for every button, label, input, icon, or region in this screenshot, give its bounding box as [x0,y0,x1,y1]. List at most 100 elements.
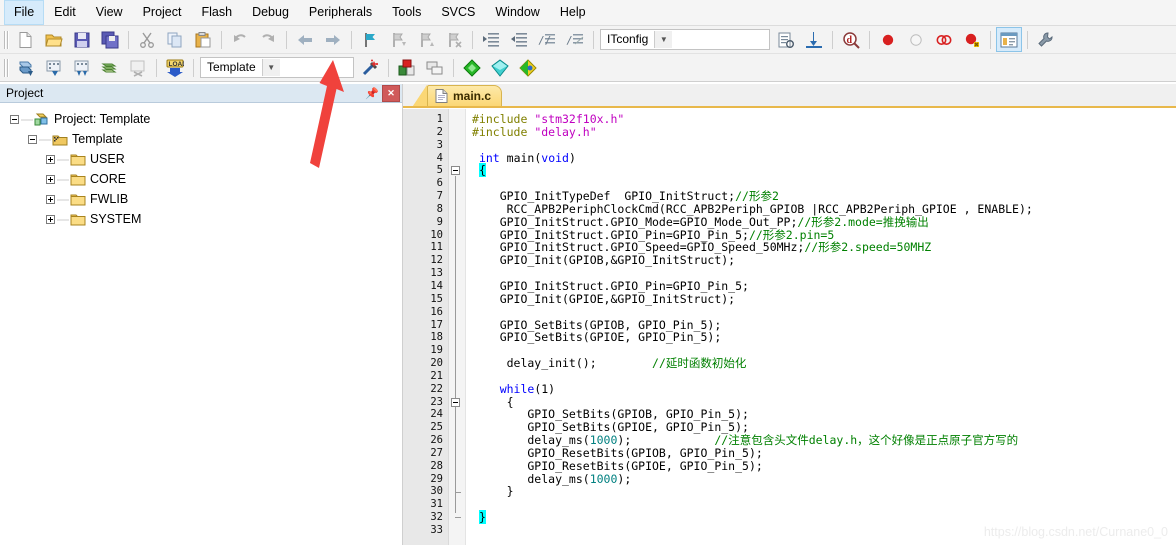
select-software-packs-icon[interactable] [487,55,513,80]
search-combo[interactable]: ITconfig ▼ [600,29,770,50]
rebuild-all-icon[interactable] [69,55,95,80]
code-line[interactable] [466,370,1176,383]
target-options-icon[interactable] [394,55,420,80]
fold-toggle-main[interactable] [451,166,460,176]
code-line[interactable] [466,498,1176,511]
manage-components-icon[interactable] [422,55,448,80]
tree-item-template[interactable]: Template [8,129,402,149]
uncomment-lines-icon[interactable]: / [562,27,588,52]
menu-item-help[interactable]: Help [550,0,596,25]
configuration-wizard-icon[interactable] [357,55,383,80]
cut-icon[interactable] [134,27,160,52]
menu-item-window[interactable]: Window [485,0,549,25]
project-window-icon[interactable] [996,27,1022,52]
code-line[interactable]: GPIO_InitTypeDef GPIO_InitStruct;//形参2 [466,190,1176,203]
close-icon[interactable]: ✕ [382,84,400,102]
new-file-icon[interactable] [13,27,39,52]
paste-icon[interactable] [190,27,216,52]
code-line[interactable]: while(1) [466,382,1176,396]
code-line[interactable]: } [466,510,1176,525]
fold-toggle-while[interactable] [451,397,460,407]
toolbar-grip[interactable] [3,30,10,49]
bookmark-clear-icon[interactable] [441,27,467,52]
navigate-forward-icon[interactable] [320,27,346,52]
tree-item-user[interactable]: USER [8,149,402,169]
batch-build-icon[interactable] [97,55,123,80]
search-input[interactable]: ITconfig [601,31,654,48]
redo-icon[interactable] [255,27,281,52]
code-line[interactable] [466,306,1176,319]
bookmark-next-icon[interactable] [413,27,439,52]
chevron-down-icon[interactable]: ▼ [654,31,673,48]
bookmark-toggle-icon[interactable] [357,27,383,52]
menu-item-view[interactable]: View [86,0,133,25]
target-select-value[interactable]: Template [201,59,262,76]
tree-item-system[interactable]: SYSTEM [8,209,402,229]
insert-breakpoint-icon[interactable] [875,27,901,52]
code-line[interactable]: } [466,485,1176,498]
browse-symbol-icon[interactable] [773,27,799,52]
menu-item-project[interactable]: Project [133,0,192,25]
save-all-icon[interactable] [97,27,123,52]
save-icon[interactable] [69,27,95,52]
navigate-back-icon[interactable] [292,27,318,52]
disable-all-breakpoints-icon[interactable] [959,27,985,52]
folder-icon [69,172,86,186]
code-line[interactable] [466,139,1176,152]
translate-file-icon[interactable] [13,55,39,80]
toolbar-grip-2[interactable] [3,58,10,77]
stop-build-icon[interactable] [125,55,151,80]
code-line[interactable]: delay_init(); //延时函数初始化 [466,357,1176,370]
code-line[interactable]: delay_ms(1000); //注意包含头文件delay.h，这个好像是正点… [466,434,1176,447]
pack-installer-icon[interactable] [459,55,485,80]
comment-lines-icon[interactable]: // [534,27,560,52]
code-line[interactable]: GPIO_SetBits(GPIOE, GPIO_Pin_5); [466,331,1176,344]
undo-icon[interactable] [227,27,253,52]
target-combo[interactable]: Template ▼ [200,57,354,78]
code-editor[interactable]: 1 2 3 4 5 6 7 8 9 10 11 12 13 14 15 16 17 18 19 20 21 22 23 24 2… [403,108,1176,545]
code-line[interactable]: GPIO_InitStruct.GPIO_Pin=GPIO_Pin_5; [466,280,1176,293]
code-line[interactable]: GPIO_ResetBits(GPIOB, GPIO_Pin_5); [466,447,1176,460]
menu-item-tools[interactable]: Tools [382,0,431,25]
code-line[interactable]: { [466,163,1176,178]
configure-toolbar-icon[interactable] [1033,27,1059,52]
download-icon[interactable]: LOAD [162,55,188,80]
remove-all-breakpoints-icon[interactable] [931,27,957,52]
chevron-down-icon-2[interactable]: ▼ [261,59,280,76]
indent-increase-icon[interactable] [478,27,504,52]
manage-run-time-icon[interactable] [515,55,541,80]
expand-icon[interactable] [44,213,57,226]
pin-icon[interactable]: 📌 [364,86,380,101]
collapse-icon[interactable] [8,113,21,126]
bookmark-prev-icon[interactable] [385,27,411,52]
code-line[interactable]: delay_ms(1000); [466,472,1176,486]
build-target-icon[interactable] [41,55,67,80]
expand-icon[interactable] [44,173,57,186]
tab-main-c[interactable]: main.c [427,85,503,106]
indent-decrease-icon[interactable] [506,27,532,52]
disable-breakpoint-icon[interactable] [903,27,929,52]
expand-icon[interactable] [44,193,57,206]
find-symbol-icon[interactable]: d [838,27,864,52]
menu-item-file[interactable]: File [4,0,45,25]
code-line[interactable]: int main(void) [466,151,1176,165]
find-in-files-icon[interactable] [801,27,827,52]
menu-item-debug[interactable]: Debug [242,0,299,25]
open-file-icon[interactable] [41,27,67,52]
expand-icon[interactable] [44,153,57,166]
collapse-icon[interactable] [26,133,39,146]
code-line[interactable]: GPIO_Init(GPIOE,&GPIO_InitStruct); [466,292,1176,306]
tree-item-core[interactable]: CORE [8,169,402,189]
code-folding-column[interactable] [449,109,466,545]
code-text-area[interactable]: #include "stm32f10x.h" #include "delay.h"… [466,109,1176,545]
menu-item-svcs[interactable]: SVCS [431,0,485,25]
menu-item-peripherals[interactable]: Peripherals [299,0,382,25]
menu-item-edit[interactable]: Edit [44,0,86,25]
tree-item-fwlib[interactable]: FWLIB [8,189,402,209]
code-line[interactable]: GPIO_Init(GPIOB,&GPIO_InitStruct); [466,254,1176,267]
menu-item-flash[interactable]: Flash [191,0,242,25]
copy-icon[interactable] [162,27,188,52]
tree-item-project-template[interactable]: Project: Template [8,109,402,129]
code-line[interactable]: #include "delay.h" [466,125,1176,139]
code-line[interactable]: GPIO_ResetBits(GPIOE, GPIO_Pin_5); [466,459,1176,473]
